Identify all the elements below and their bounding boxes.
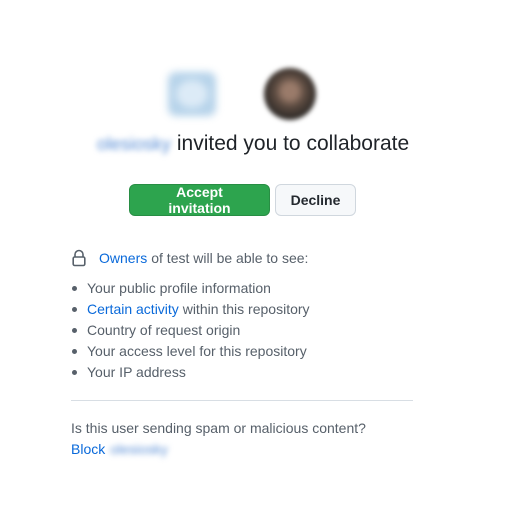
spam-question: Is this user sending spam or malicious c… — [71, 420, 366, 436]
invitation-actions: Accept invitation Decline — [129, 184, 356, 216]
list-item: Certain activity within this repository — [72, 299, 310, 320]
decline-button[interactable]: Decline — [275, 184, 356, 216]
owners-visibility-notice: Owners of test will be able to see: — [71, 248, 308, 268]
inviter-username-link[interactable]: olesiosky — [97, 134, 171, 155]
owners-suffix: of test will be able to see: — [151, 250, 309, 266]
divider — [71, 400, 413, 401]
invitation-heading: olesiosky invited you to collaborate — [0, 132, 506, 156]
lock-icon — [71, 249, 87, 267]
certain-activity-link[interactable]: Certain activity — [87, 301, 179, 317]
inviter-avatar[interactable] — [168, 72, 216, 116]
list-item: Your public profile information — [72, 278, 310, 299]
list-item: Your access level for this repository — [72, 341, 310, 362]
identicon-pattern — [176, 80, 208, 108]
visible-info-list: Your public profile information Certain … — [72, 278, 310, 383]
blocked-username[interactable]: olesiosky — [110, 441, 168, 457]
block-user-link[interactable]: Block — [71, 441, 105, 457]
accept-invitation-button[interactable]: Accept invitation — [129, 184, 270, 216]
list-item: Country of request origin — [72, 320, 310, 341]
owners-link[interactable]: Owners — [99, 250, 147, 266]
block-user-line: Block olesiosky — [71, 441, 168, 457]
list-item: Your IP address — [72, 362, 310, 383]
avatars-row — [0, 68, 506, 120]
invitation-heading-text: invited you to collaborate — [176, 132, 410, 155]
user-avatar — [264, 68, 316, 120]
